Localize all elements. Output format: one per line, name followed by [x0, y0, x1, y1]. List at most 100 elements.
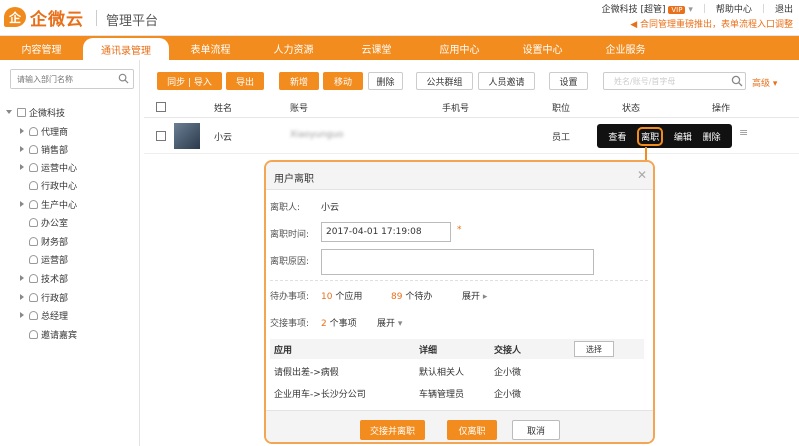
delete-button[interactable]: 删除 [368, 72, 403, 90]
select-receiver-button[interactable]: 选择 [574, 341, 614, 357]
tree-item-admin-center[interactable]: 行政中心 [29, 177, 77, 193]
row-position: 员工 [552, 133, 571, 143]
add-button[interactable]: 新增 [279, 72, 319, 90]
tree-item-label: 邀请嘉宾 [41, 330, 78, 341]
invite-button[interactable]: 人员邀请 [478, 72, 535, 90]
tree-item-office[interactable]: 办公室 [29, 214, 68, 230]
logo[interactable]: 企 企微云 [4, 5, 84, 30]
platform-title: 管理平台 [106, 14, 159, 29]
handover-col-app: 应用 [274, 346, 293, 356]
handover-row-receiver[interactable]: 企小微 [494, 387, 521, 400]
menu-icon[interactable]: ≡ [739, 126, 748, 139]
nav-settings[interactable]: 设置中心 [501, 36, 584, 60]
move-button[interactable]: 移动 [323, 72, 363, 90]
select-all-checkbox[interactable] [156, 102, 166, 112]
caret-right-icon [20, 128, 24, 134]
search-icon[interactable] [118, 73, 129, 87]
close-icon[interactable]: ✕ [637, 168, 647, 182]
handover-expand-toggle[interactable]: 展开 ▾ [377, 316, 402, 329]
tree-item-gm[interactable]: 总经理 [20, 307, 68, 323]
resign-time-label: 离职时间: [270, 230, 310, 240]
handover-table-header: 应用 详细 交接人 选择 [270, 339, 644, 359]
caret-down-icon: ▾ [397, 319, 403, 329]
row-checkbox[interactable] [156, 131, 166, 141]
caret-right-icon [20, 294, 24, 300]
resign-time-input[interactable]: 2017-04-01 17:19:08 [321, 222, 451, 242]
user-search-input[interactable]: 姓名/账号/首字母 [603, 72, 746, 90]
avatar [174, 123, 200, 149]
group-icon [29, 199, 38, 209]
nav-hr[interactable]: 人力资源 [252, 36, 335, 60]
nav-contacts[interactable]: 通讯录管理 [83, 38, 169, 60]
handover-row-receiver[interactable]: 企小微 [494, 365, 521, 378]
dialog-footer: 交接并离职 仅离职 取消 [266, 410, 653, 442]
resign-only-button[interactable]: 仅离职 [447, 420, 497, 440]
help-link[interactable]: 帮助中心 [716, 2, 752, 15]
tree-item-agent[interactable]: 代理商 [20, 123, 68, 139]
todo-apps-count: 10 [321, 292, 333, 302]
advanced-search-link[interactable]: 高级 ▾ [752, 76, 777, 89]
view-action[interactable]: 查看 [608, 130, 626, 143]
nav-forms[interactable]: 表单流程 [169, 36, 252, 60]
row-account: Xiaoyunguo [290, 130, 344, 140]
cancel-button[interactable]: 取消 [512, 420, 560, 440]
group-icon [29, 329, 38, 339]
nav-services[interactable]: 企业服务 [584, 36, 667, 60]
building-icon [17, 107, 26, 117]
nav-classroom[interactable]: 云课堂 [335, 36, 418, 60]
tree-item-tech[interactable]: 技术部 [20, 270, 68, 286]
tree-item-label: 销售部 [41, 145, 69, 156]
tree-item-label: 代理商 [41, 127, 69, 138]
todo-apps-text: 个应用 [335, 292, 363, 302]
todo-label: 待办事项: [270, 292, 310, 302]
todo-expand-toggle[interactable]: 展开 ▸ [462, 289, 487, 302]
logout-link[interactable]: 退出 [775, 2, 793, 15]
tree-item-ops-center[interactable]: 运营中心 [20, 159, 77, 175]
col-status: 状态 [622, 104, 641, 114]
delete-action[interactable]: 删除 [703, 130, 721, 143]
handover-and-resign-button[interactable]: 交接并离职 [360, 420, 425, 440]
export-button[interactable]: 导出 [226, 72, 264, 90]
resign-reason-input[interactable] [321, 249, 594, 275]
logo-mark: 企 [4, 7, 26, 27]
tree-root[interactable]: 企微科技 [6, 104, 65, 120]
vip-badge: VIP [668, 6, 686, 14]
logo-text: 企微云 [30, 9, 84, 30]
table-header: 姓名 账号 手机号 职位 状态 操作 [144, 98, 799, 118]
resigner-value: 小云 [321, 203, 340, 213]
handover-count-num: 2 [321, 319, 327, 329]
row-action-menu: 查看 离职 编辑 删除 [597, 124, 732, 148]
todo-pending-count: 89 [391, 292, 403, 302]
col-phone: 手机号 [442, 104, 470, 114]
handover-row-detail: 默认相关人 [419, 368, 465, 378]
dept-search-input[interactable] [11, 70, 111, 88]
sync-import-button[interactable]: 同步 | 导入 [157, 72, 222, 90]
tree-root-label: 企微科技 [29, 108, 66, 119]
nav-content[interactable]: 内容管理 [0, 36, 83, 60]
tree-item-production[interactable]: 生产中心 [20, 196, 77, 212]
nav-apps[interactable]: 应用中心 [418, 36, 501, 60]
tree-item-sales[interactable]: 销售部 [20, 141, 68, 157]
company-name: 企微科技 [601, 5, 638, 15]
tree-item-operations[interactable]: 运营部 [29, 251, 68, 267]
todo-apps[interactable]: 10 个应用 [321, 289, 362, 302]
todo-pending[interactable]: 89 个待办 [391, 289, 432, 302]
tree-item-finance[interactable]: 财务部 [29, 233, 68, 249]
group-icon [29, 254, 38, 264]
handover-count[interactable]: 2 个事项 [321, 316, 357, 329]
resign-dialog: 用户离职 ✕ 离职人: 小云 离职时间: 2017-04-01 17:19:08… [264, 160, 655, 444]
group-icon [29, 180, 38, 190]
tree-item-guests[interactable]: 邀请嘉宾 [29, 326, 77, 342]
tree-item-admin[interactable]: 行政部 [20, 289, 68, 305]
resign-action[interactable]: 离职 [637, 126, 664, 146]
notice-banner[interactable]: ◀ 合同管理重磅推出，表单流程入口调整 [630, 17, 793, 30]
company-menu[interactable]: 企微科技 [超管] VIP ▾ [602, 2, 693, 15]
group-icon [29, 144, 38, 154]
caret-right-icon [20, 312, 24, 318]
settings-button[interactable]: 设置 [549, 72, 588, 90]
edit-action[interactable]: 编辑 [674, 130, 692, 143]
group-icon [29, 310, 38, 320]
public-group-button[interactable]: 公共群组 [416, 72, 473, 90]
dept-search[interactable] [10, 69, 134, 89]
search-icon[interactable] [731, 75, 743, 90]
